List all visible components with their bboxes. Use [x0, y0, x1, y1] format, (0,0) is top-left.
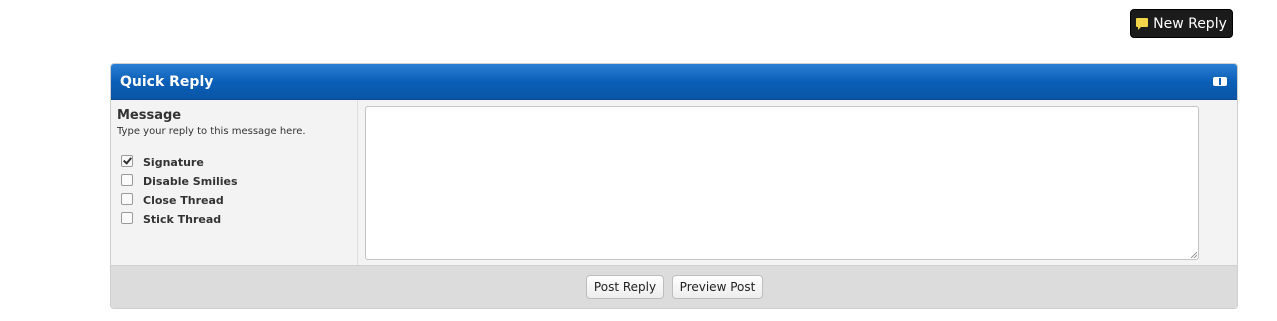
options-column: Message Type your reply to this message …	[111, 100, 358, 266]
option-label: Disable Smilies	[143, 175, 238, 188]
option-signature[interactable]: Signature	[117, 153, 351, 172]
stick-thread-checkbox[interactable]	[121, 211, 133, 224]
option-label: Signature	[143, 156, 204, 169]
resize-grip-icon[interactable]	[1191, 252, 1197, 258]
panel-footer: Post Reply Preview Post	[111, 265, 1237, 308]
option-stick-thread[interactable]: Stick Thread	[117, 210, 351, 229]
panel-header: Quick Reply	[111, 64, 1237, 100]
options-list: Signature Disable Smilies Close Thread S…	[117, 153, 351, 229]
disable-smilies-checkbox[interactable]	[121, 173, 133, 186]
collapse-icon[interactable]	[1213, 77, 1227, 86]
option-close-thread[interactable]: Close Thread	[117, 191, 351, 210]
message-hint: Type your reply to this message here.	[117, 126, 306, 137]
message-title: Message	[117, 108, 182, 123]
signature-checkbox[interactable]	[121, 154, 133, 167]
message-textarea[interactable]	[365, 106, 1199, 260]
new-reply-label: New Reply	[1153, 15, 1227, 32]
option-label: Close Thread	[143, 194, 224, 207]
preview-post-button[interactable]: Preview Post	[672, 275, 763, 299]
option-label: Stick Thread	[143, 213, 222, 226]
post-reply-button[interactable]: Post Reply	[586, 275, 664, 299]
quick-reply-panel: Quick Reply Message Type your reply to t…	[110, 63, 1238, 309]
new-reply-button[interactable]: New Reply	[1130, 9, 1233, 38]
close-thread-checkbox[interactable]	[121, 192, 133, 205]
panel-title: Quick Reply	[120, 73, 214, 90]
panel-body: Message Type your reply to this message …	[111, 100, 1237, 266]
speech-bubble-icon	[1136, 18, 1149, 30]
option-disable-smilies[interactable]: Disable Smilies	[117, 172, 351, 191]
